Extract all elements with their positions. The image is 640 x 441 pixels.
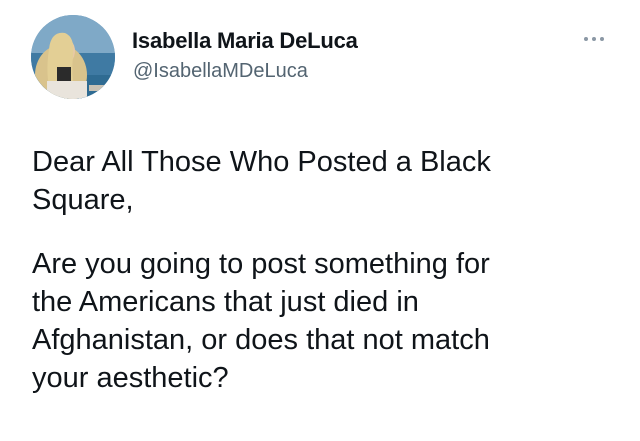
tweet-text-line: Are you going to post something for <box>32 248 490 280</box>
tweet-text-line: your aesthetic? <box>32 362 229 394</box>
profile-photo-icon <box>31 15 115 99</box>
tweet-text-line: Square, <box>32 184 134 216</box>
author-display-name[interactable]: Isabella Maria DeLuca <box>132 28 358 54</box>
tweet-text-line: the Americans that just died in <box>32 286 419 318</box>
tweet-card: Isabella Maria DeLuca @IsabellaMDeLuca D… <box>0 0 640 441</box>
tweet-paragraph-1: Dear All Those Who Posted a Black Square… <box>32 143 622 219</box>
more-options-button[interactable] <box>580 30 608 48</box>
tweet-text-line: Afghanistan, or does that not match <box>32 324 490 356</box>
more-horizontal-icon <box>584 37 604 41</box>
author-avatar[interactable] <box>31 15 115 99</box>
tweet-paragraph-2: Are you going to post something for the … <box>32 245 622 397</box>
tweet-text-line: Dear All Those Who Posted a Black <box>32 146 491 178</box>
author-handle[interactable]: @IsabellaMDeLuca <box>133 60 308 83</box>
